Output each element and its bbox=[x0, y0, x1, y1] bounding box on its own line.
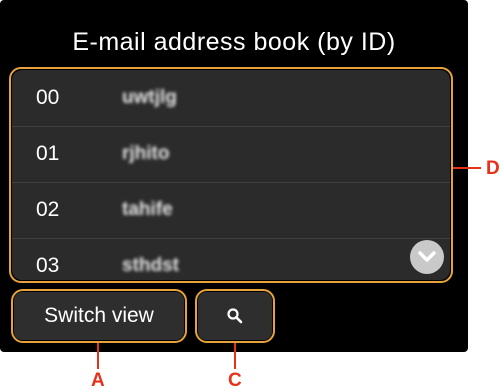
entry-name: tahife bbox=[122, 199, 173, 220]
list-item[interactable]: 00 uwtjlg bbox=[12, 70, 450, 127]
leader-line-a bbox=[97, 343, 99, 369]
entry-id: 03 bbox=[36, 254, 60, 277]
entry-name: uwtjlg bbox=[122, 87, 177, 108]
entry-id: 01 bbox=[36, 142, 60, 165]
marker-a: A bbox=[91, 370, 105, 391]
leader-line-d bbox=[453, 167, 481, 169]
list-item[interactable]: 03 sthdst bbox=[12, 238, 450, 280]
entry-name: rjhito bbox=[122, 143, 170, 164]
search-icon bbox=[227, 308, 243, 324]
search-button[interactable] bbox=[198, 292, 272, 340]
address-list[interactable]: 00 uwtjlg 01 rjhito 02 tahife 03 sthdst bbox=[12, 70, 450, 280]
marker-c: C bbox=[228, 370, 242, 391]
list-item[interactable]: 02 tahife bbox=[12, 182, 450, 239]
entry-id: 00 bbox=[36, 86, 60, 109]
entry-name: sthdst bbox=[122, 255, 179, 276]
marker-d: D bbox=[486, 158, 500, 179]
entry-id: 02 bbox=[36, 198, 60, 221]
touch-screen: E-mail address book (by ID) 00 uwtjlg 01… bbox=[0, 0, 468, 352]
leader-line-c bbox=[234, 343, 236, 369]
chevron-down-icon bbox=[418, 251, 436, 262]
list-item[interactable]: 01 rjhito bbox=[12, 126, 450, 183]
scroll-down-button[interactable] bbox=[410, 240, 444, 274]
switch-view-button[interactable]: Switch view bbox=[14, 292, 184, 340]
